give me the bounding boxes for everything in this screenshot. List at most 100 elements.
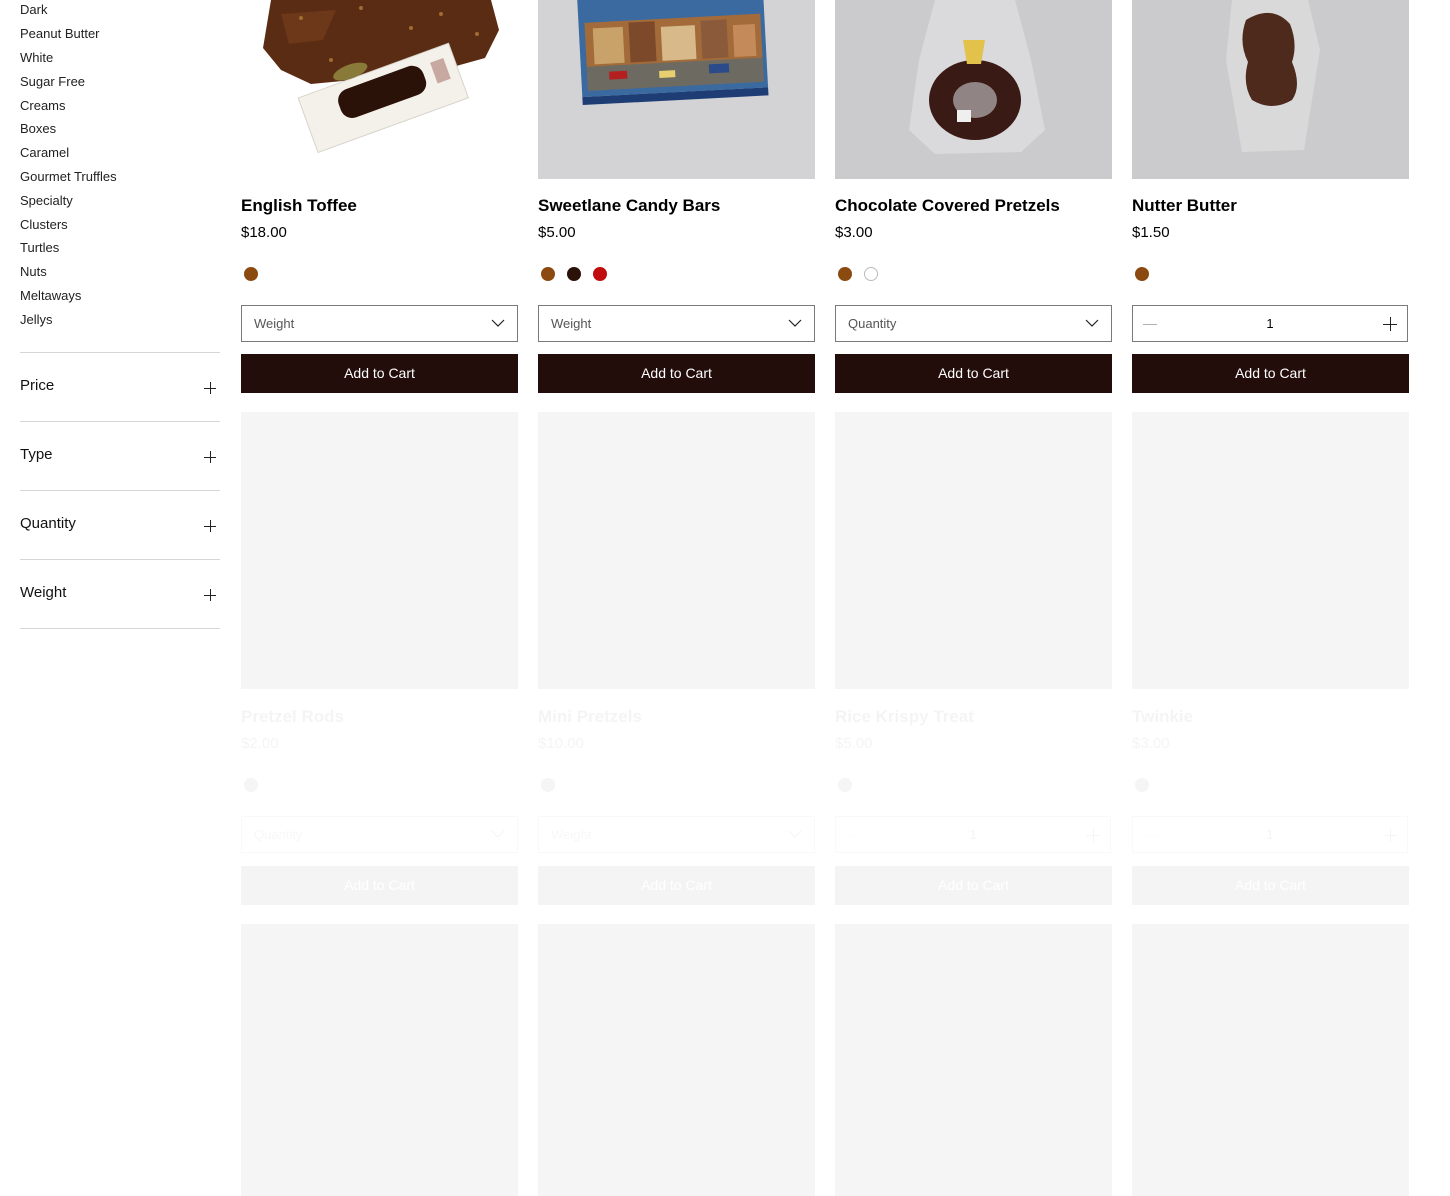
plus-icon[interactable] bbox=[204, 589, 216, 601]
color-swatches bbox=[541, 778, 567, 794]
weight-select[interactable]: Weight bbox=[538, 305, 815, 342]
category-gourmet-truffles[interactable]: Gourmet Truffles bbox=[20, 167, 117, 187]
add-to-cart-button[interactable]: Add to Cart bbox=[241, 354, 518, 393]
product-name[interactable]: Nutter Butter bbox=[1132, 196, 1237, 216]
select-placeholder: Weight bbox=[254, 316, 295, 331]
color-swatch[interactable] bbox=[593, 267, 607, 281]
product-price: $3.00 bbox=[1132, 735, 1170, 752]
color-swatches bbox=[1135, 778, 1161, 794]
product-image[interactable] bbox=[241, 0, 518, 179]
product-image[interactable] bbox=[241, 924, 518, 1196]
color-swatches bbox=[1135, 267, 1161, 283]
product-name[interactable]: Chocolate Covered Pretzels bbox=[835, 196, 1060, 216]
add-to-cart-button[interactable]: Add to Cart bbox=[835, 354, 1112, 393]
product-name[interactable]: Mini Pretzels bbox=[538, 707, 642, 727]
product-price: $5.00 bbox=[835, 735, 873, 752]
product-price: $10.00 bbox=[538, 735, 584, 752]
color-swatch[interactable] bbox=[244, 267, 258, 281]
filter-label: Quantity bbox=[20, 515, 76, 532]
quantity-select[interactable]: Quantity bbox=[835, 305, 1112, 342]
product-card: Mini Pretzels $10.00 Weight Add to Cart bbox=[538, 412, 815, 905]
product-card: Chocolate Covered Pretzels $3.00 Quantit… bbox=[835, 0, 1112, 393]
category-turtles[interactable]: Turtles bbox=[20, 238, 59, 258]
add-to-cart-button[interactable]: Add to Cart bbox=[1132, 354, 1409, 393]
category-white[interactable]: White bbox=[20, 48, 53, 68]
category-peanut-butter[interactable]: Peanut Butter bbox=[20, 24, 100, 44]
quantity-value[interactable]: 1 bbox=[836, 827, 1110, 842]
product-card: Sweetlane Candy Bars $5.00 Weight Add to… bbox=[538, 0, 815, 393]
category-sugar-free[interactable]: Sugar Free bbox=[20, 72, 85, 92]
product-name[interactable]: Pretzel Rods bbox=[241, 707, 344, 727]
plus-icon[interactable] bbox=[1383, 828, 1397, 842]
weight-select[interactable]: Weight bbox=[538, 816, 815, 853]
category-jellys[interactable]: Jellys bbox=[20, 310, 53, 330]
select-placeholder: Weight bbox=[551, 827, 591, 842]
color-swatches bbox=[838, 778, 864, 794]
product-name[interactable]: English Toffee bbox=[241, 196, 357, 216]
add-to-cart-button[interactable]: Add to Cart bbox=[241, 866, 518, 905]
color-swatch[interactable] bbox=[567, 267, 581, 281]
filter-weight[interactable]: Weight bbox=[20, 559, 220, 629]
product-card: Twinkie $3.00 1 Add to Cart bbox=[1132, 412, 1409, 905]
category-meltaways[interactable]: Meltaways bbox=[20, 286, 81, 306]
quantity-stepper[interactable]: 1 bbox=[1132, 305, 1408, 342]
category-caramel[interactable]: Caramel bbox=[20, 143, 69, 163]
category-boxes[interactable]: Boxes bbox=[20, 119, 56, 139]
add-to-cart-button[interactable]: Add to Cart bbox=[835, 866, 1112, 905]
plus-icon[interactable] bbox=[1086, 828, 1100, 842]
plus-icon[interactable] bbox=[204, 382, 216, 394]
color-swatch[interactable] bbox=[244, 778, 258, 792]
color-swatch[interactable] bbox=[838, 267, 852, 281]
category-dark[interactable]: Dark bbox=[20, 0, 47, 20]
product-image[interactable] bbox=[1132, 0, 1409, 179]
select-placeholder: Quantity bbox=[254, 827, 302, 842]
add-to-cart-button[interactable]: Add to Cart bbox=[1132, 866, 1409, 905]
color-swatches bbox=[838, 267, 890, 283]
plus-icon[interactable] bbox=[204, 451, 216, 463]
color-swatch[interactable] bbox=[1135, 778, 1149, 792]
category-nuts[interactable]: Nuts bbox=[20, 262, 47, 282]
add-to-cart-button[interactable]: Add to Cart bbox=[538, 354, 815, 393]
chevron-down-icon bbox=[788, 830, 802, 838]
product-image[interactable] bbox=[538, 0, 815, 179]
filter-price[interactable]: Price bbox=[20, 352, 220, 421]
color-swatch[interactable] bbox=[838, 778, 852, 792]
quantity-select[interactable]: Quantity bbox=[241, 816, 518, 853]
filter-panel: Price Type Quantity Weight bbox=[20, 352, 220, 629]
product-image[interactable] bbox=[835, 924, 1112, 1196]
add-to-cart-button[interactable]: Add to Cart bbox=[538, 866, 815, 905]
plus-icon[interactable] bbox=[204, 520, 216, 532]
chevron-down-icon bbox=[491, 830, 505, 838]
quantity-value[interactable]: 1 bbox=[1133, 316, 1407, 331]
filter-label: Type bbox=[20, 446, 53, 463]
filter-label: Weight bbox=[20, 584, 67, 601]
color-swatches bbox=[244, 267, 270, 283]
product-image[interactable] bbox=[1132, 924, 1409, 1196]
weight-select[interactable]: Weight bbox=[241, 305, 518, 342]
product-name[interactable]: Twinkie bbox=[1132, 707, 1193, 727]
quantity-value[interactable]: 1 bbox=[1133, 827, 1407, 842]
product-image[interactable] bbox=[835, 0, 1112, 179]
quantity-stepper[interactable]: 1 bbox=[1132, 816, 1408, 853]
product-image[interactable] bbox=[538, 924, 815, 1196]
color-swatch[interactable] bbox=[541, 267, 555, 281]
chevron-down-icon bbox=[1085, 319, 1099, 327]
product-image[interactable] bbox=[538, 412, 815, 689]
product-image[interactable] bbox=[1132, 412, 1409, 689]
filter-type[interactable]: Type bbox=[20, 421, 220, 490]
product-name[interactable]: Rice Krispy Treat bbox=[835, 707, 974, 727]
color-swatch[interactable] bbox=[864, 267, 878, 281]
quantity-stepper[interactable]: 1 bbox=[835, 816, 1111, 853]
plus-icon[interactable] bbox=[1383, 317, 1397, 331]
product-price: $1.50 bbox=[1132, 224, 1170, 241]
category-clusters[interactable]: Clusters bbox=[20, 215, 68, 235]
category-creams[interactable]: Creams bbox=[20, 96, 66, 116]
category-specialty[interactable]: Specialty bbox=[20, 191, 73, 211]
product-image[interactable] bbox=[835, 412, 1112, 689]
product-image[interactable] bbox=[241, 412, 518, 689]
filter-quantity[interactable]: Quantity bbox=[20, 490, 220, 559]
color-swatch[interactable] bbox=[541, 778, 555, 792]
chevron-down-icon bbox=[491, 319, 505, 327]
product-name[interactable]: Sweetlane Candy Bars bbox=[538, 196, 720, 216]
color-swatch[interactable] bbox=[1135, 267, 1149, 281]
